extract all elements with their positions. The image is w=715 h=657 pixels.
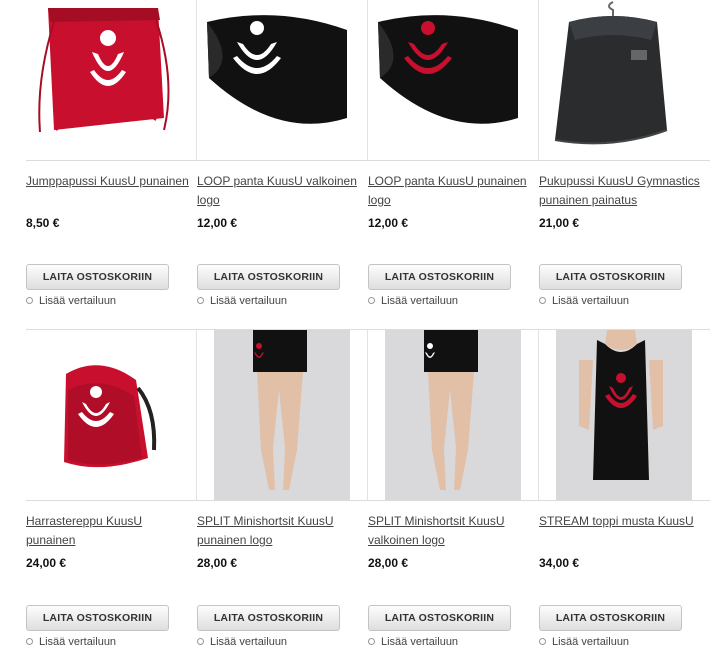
product-card: LOOP panta KuusU punainen logo 12,00 € L…	[368, 0, 539, 330]
product-card: SPLIT Minishortsit KuusU valkoinen logo …	[368, 330, 539, 657]
product-image[interactable]	[368, 330, 539, 500]
add-to-cart-button[interactable]: LAITA OSTOSKORIIN	[26, 605, 169, 631]
product-image[interactable]	[197, 0, 368, 160]
add-to-cart-button[interactable]: LAITA OSTOSKORIIN	[197, 264, 340, 290]
product-title-link[interactable]: Harrastereppu KuusU punainen	[26, 512, 194, 550]
product-price: 34,00 €	[539, 556, 580, 570]
product-image[interactable]	[539, 330, 710, 500]
add-to-cart-button[interactable]: LAITA OSTOSKORIIN	[539, 605, 682, 631]
add-to-cart-button[interactable]: LAITA OSTOSKORIIN	[368, 264, 511, 290]
add-to-compare-link[interactable]: Lisää vertailuun	[368, 295, 458, 307]
add-to-compare-link[interactable]: Lisää vertailuun	[539, 636, 629, 648]
product-card: LOOP panta KuusU valkoinen logo 12,00 € …	[197, 0, 368, 330]
bullet-icon	[26, 637, 33, 645]
add-to-compare-link[interactable]: Lisää vertailuun	[197, 636, 287, 648]
add-to-cart-button[interactable]: LAITA OSTOSKORIIN	[368, 605, 511, 631]
product-title-link[interactable]: Jumppapussi KuusU punainen	[26, 172, 194, 191]
product-image[interactable]	[368, 0, 539, 160]
bullet-icon	[539, 296, 546, 304]
add-to-compare-link[interactable]: Lisää vertailuun	[197, 295, 287, 307]
product-image[interactable]	[26, 330, 197, 500]
product-price: 28,00 €	[197, 556, 238, 570]
product-price: 8,50 €	[26, 216, 60, 230]
product-card: Harrastereppu KuusU punainen 24,00 € LAI…	[26, 330, 197, 657]
product-row: Jumppapussi KuusU punainen 8,50 € LAITA …	[26, 0, 710, 330]
product-row: Harrastereppu KuusU punainen 24,00 € LAI…	[26, 330, 710, 657]
add-to-compare-link[interactable]: Lisää vertailuun	[26, 295, 116, 307]
product-title-link[interactable]: LOOP panta KuusU valkoinen logo	[197, 172, 365, 210]
product-title-link[interactable]: Pukupussi KuusU Gymnastics punainen pain…	[539, 172, 707, 210]
bullet-icon	[26, 296, 33, 304]
add-to-cart-button[interactable]: LAITA OSTOSKORIIN	[539, 264, 682, 290]
product-title-link[interactable]: STREAM toppi musta KuusU	[539, 512, 707, 531]
product-grid: Jumppapussi KuusU punainen 8,50 € LAITA …	[26, 0, 710, 657]
product-card: STREAM toppi musta KuusU 34,00 € LAITA O…	[539, 330, 710, 657]
product-title-link[interactable]: LOOP panta KuusU punainen logo	[368, 172, 536, 210]
product-price: 12,00 €	[197, 216, 238, 230]
product-title-link[interactable]: SPLIT Minishortsit KuusU punainen logo	[197, 512, 365, 550]
add-to-cart-button[interactable]: LAITA OSTOSKORIIN	[197, 605, 340, 631]
bullet-icon	[539, 637, 546, 645]
bullet-icon	[197, 296, 204, 304]
product-price: 12,00 €	[368, 216, 409, 230]
product-card: Pukupussi KuusU Gymnastics punainen pain…	[539, 0, 710, 330]
product-image[interactable]	[26, 0, 197, 160]
bullet-icon	[197, 637, 204, 645]
product-price: 28,00 €	[368, 556, 409, 570]
bullet-icon	[368, 296, 375, 304]
product-price: 21,00 €	[539, 216, 580, 230]
add-to-cart-button[interactable]: LAITA OSTOSKORIIN	[26, 264, 169, 290]
product-title-link[interactable]: SPLIT Minishortsit KuusU valkoinen logo	[368, 512, 536, 550]
product-price: 24,00 €	[26, 556, 67, 570]
product-card: Jumppapussi KuusU punainen 8,50 € LAITA …	[26, 0, 197, 330]
product-image[interactable]	[539, 0, 710, 160]
add-to-compare-link[interactable]: Lisää vertailuun	[368, 636, 458, 648]
product-image[interactable]	[197, 330, 368, 500]
add-to-compare-link[interactable]: Lisää vertailuun	[26, 636, 116, 648]
bullet-icon	[368, 637, 375, 645]
add-to-compare-link[interactable]: Lisää vertailuun	[539, 295, 629, 307]
product-card: SPLIT Minishortsit KuusU punainen logo 2…	[197, 330, 368, 657]
